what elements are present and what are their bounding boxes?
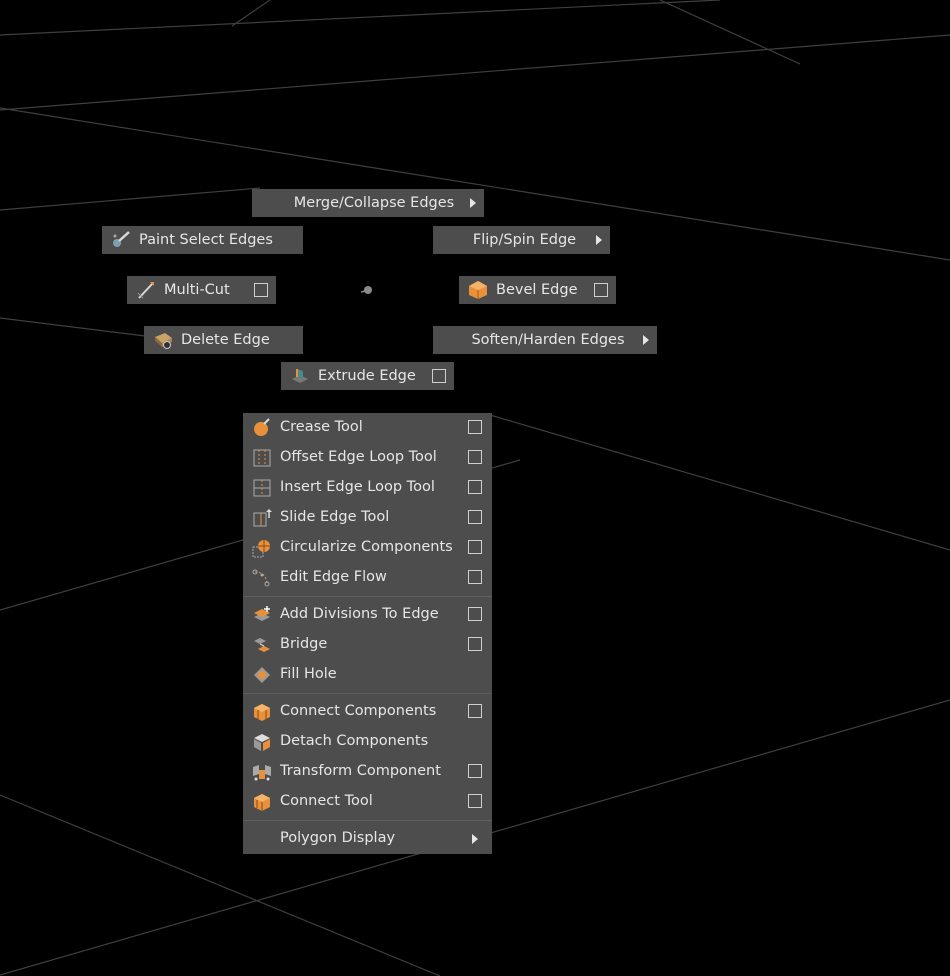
menu-item-detach-components[interactable]: Detach Components	[243, 727, 492, 757]
menu-item-label: Transform Component	[280, 763, 441, 779]
menu-item-label: Edit Edge Flow	[280, 569, 387, 585]
bevel-edge-label: Bevel Edge	[496, 282, 578, 298]
connect-components-icon	[251, 701, 273, 723]
menu-item-label: Add Divisions To Edge	[280, 606, 439, 622]
submenu-arrow-icon	[596, 235, 602, 245]
merge-collapse-edges-label: Merge/Collapse Edges	[293, 195, 455, 211]
soften-harden-edges-label: Soften/Harden Edges	[471, 332, 625, 348]
transform-component-icon	[251, 761, 273, 783]
menu-item-insert-edge-loop-tool[interactable]: Insert Edge Loop Tool	[243, 473, 492, 503]
extrude-edge-button[interactable]: Extrude Edge	[281, 362, 454, 390]
edit-edge-flow-icon	[251, 567, 273, 589]
slide-edge-icon	[251, 507, 273, 529]
connect-tool-option-box[interactable]	[468, 794, 482, 808]
menu-item-label: Polygon Display	[280, 830, 396, 846]
menu-item-label: Offset Edge Loop Tool	[280, 449, 437, 465]
menu-item-label: Bridge	[280, 636, 328, 652]
menu-separator	[243, 693, 492, 694]
paint-select-edges-label: Paint Select Edges	[139, 232, 273, 248]
multi-cut-label: Multi-Cut	[164, 282, 230, 298]
menu-item-label: Crease Tool	[280, 419, 363, 435]
menu-item-offset-edge-loop-tool[interactable]: Offset Edge Loop Tool	[243, 443, 492, 473]
menu-item-circularize-components[interactable]: Circularize Components	[243, 533, 492, 563]
menu-item-crease-tool[interactable]: Crease Tool	[243, 413, 492, 443]
add-divisions-icon	[251, 604, 273, 626]
crease-icon	[251, 417, 273, 439]
multi-cut-icon	[135, 279, 157, 301]
submenu-arrow-icon	[643, 335, 649, 345]
menu-item-bridge[interactable]: Bridge	[243, 630, 492, 660]
crease-tool-option-box[interactable]	[468, 420, 482, 434]
transform-component-option-box[interactable]	[468, 764, 482, 778]
menu-item-label: Connect Tool	[280, 793, 373, 809]
edit-edge-flow-option-box[interactable]	[468, 570, 482, 584]
offset-edge-loop-icon	[251, 447, 273, 469]
merge-collapse-edges-button[interactable]: Merge/Collapse Edges	[252, 189, 484, 217]
extrude-edge-option-box[interactable]	[432, 369, 446, 383]
multi-cut-button[interactable]: Multi-Cut	[127, 276, 276, 304]
circularize-icon	[251, 537, 273, 559]
menu-separator	[243, 820, 492, 821]
extrude-edge-icon	[289, 365, 311, 387]
edge-tools-menu: Crease Tool Offset Edge Loop Tool Insert…	[243, 413, 492, 854]
circularize-option-box[interactable]	[468, 540, 482, 554]
menu-item-label: Slide Edge Tool	[280, 509, 390, 525]
delete-edge-button[interactable]: Delete Edge	[144, 326, 303, 354]
marking-menu-center-icon	[361, 286, 372, 294]
add-divisions-option-box[interactable]	[468, 607, 482, 621]
menu-item-label: Insert Edge Loop Tool	[280, 479, 435, 495]
bridge-icon	[251, 634, 273, 656]
connect-tool-icon	[251, 791, 273, 813]
paint-select-edges-button[interactable]: Paint Select Edges	[102, 226, 303, 254]
menu-separator	[243, 596, 492, 597]
menu-item-connect-components[interactable]: Connect Components	[243, 697, 492, 727]
menu-item-label: Connect Components	[280, 703, 437, 719]
bridge-option-box[interactable]	[468, 637, 482, 651]
menu-item-label: Circularize Components	[280, 539, 453, 555]
menu-item-fill-hole[interactable]: Fill Hole	[243, 660, 492, 690]
extrude-edge-label: Extrude Edge	[318, 368, 416, 384]
bevel-edge-option-box[interactable]	[594, 283, 608, 297]
menu-item-connect-tool[interactable]: Connect Tool	[243, 787, 492, 817]
connect-components-option-box[interactable]	[468, 704, 482, 718]
multi-cut-option-box[interactable]	[254, 283, 268, 297]
submenu-arrow-icon	[472, 834, 478, 844]
insert-edge-loop-icon	[251, 477, 273, 499]
offset-edge-loop-option-box[interactable]	[468, 450, 482, 464]
submenu-arrow-icon	[470, 198, 476, 208]
slide-edge-option-box[interactable]	[468, 510, 482, 524]
menu-item-slide-edge-tool[interactable]: Slide Edge Tool	[243, 503, 492, 533]
menu-item-label: Fill Hole	[280, 666, 337, 682]
paint-select-icon	[110, 229, 132, 251]
bevel-edge-button[interactable]: Bevel Edge	[459, 276, 616, 304]
fill-hole-icon	[251, 664, 273, 686]
insert-edge-loop-option-box[interactable]	[468, 480, 482, 494]
menu-item-label: Detach Components	[280, 733, 429, 749]
menu-item-add-divisions-to-edge[interactable]: Add Divisions To Edge	[243, 600, 492, 630]
menu-item-transform-component[interactable]: Transform Component	[243, 757, 492, 787]
menu-item-edit-edge-flow[interactable]: Edit Edge Flow	[243, 563, 492, 593]
soften-harden-edges-button[interactable]: Soften/Harden Edges	[433, 326, 657, 354]
flip-spin-edge-button[interactable]: Flip/Spin Edge	[433, 226, 610, 254]
menu-item-polygon-display[interactable]: Polygon Display	[243, 824, 492, 854]
bevel-edge-icon	[467, 279, 489, 301]
delete-edge-label: Delete Edge	[181, 332, 270, 348]
flip-spin-edge-label: Flip/Spin Edge	[472, 232, 577, 248]
detach-components-icon	[251, 731, 273, 753]
delete-edge-icon	[152, 329, 174, 351]
